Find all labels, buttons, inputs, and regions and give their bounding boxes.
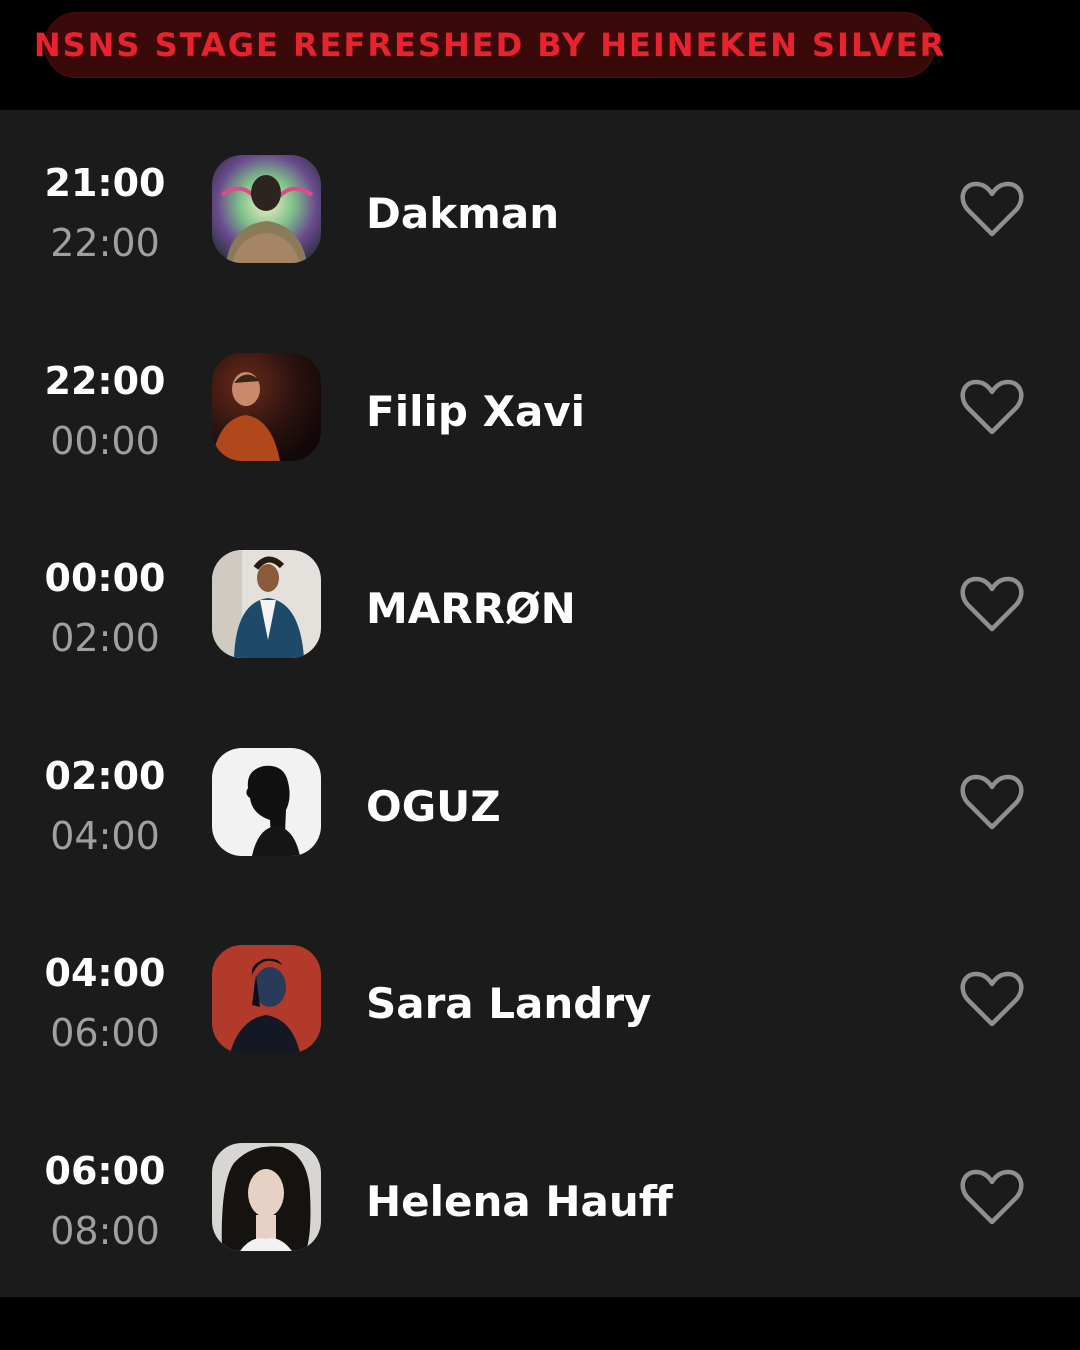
end-time: 04:00 — [50, 814, 160, 858]
start-time: 06:00 — [44, 1149, 166, 1193]
lineup-row[interactable]: 21:00 22:00 Dakman — [0, 155, 1080, 352]
heart-outline-icon[interactable] — [960, 575, 1024, 633]
header: NSNS STAGE REFRESHED BY HEINEKEN SILVER — [0, 0, 1080, 110]
end-time: 00:00 — [50, 419, 160, 463]
artist-name: OGUZ — [366, 782, 501, 831]
start-time: 04:00 — [44, 951, 166, 995]
end-time: 22:00 — [50, 221, 160, 265]
heart-outline-icon[interactable] — [960, 773, 1024, 831]
end-time: 06:00 — [50, 1011, 160, 1055]
lineup-row[interactable]: 22:00 00:00 Filip Xavi — [0, 353, 1080, 550]
lineup-row[interactable]: 04:00 06:00 Sara Landry — [0, 945, 1080, 1142]
artist-photo — [212, 1143, 321, 1251]
artist-photo — [212, 155, 321, 263]
artist-name: Filip Xavi — [366, 387, 586, 436]
start-time: 02:00 — [44, 754, 166, 798]
heart-outline-icon[interactable] — [960, 1168, 1024, 1226]
end-time: 08:00 — [50, 1209, 160, 1253]
artist-photo — [212, 945, 321, 1053]
end-time: 02:00 — [50, 616, 160, 660]
artist-photo — [212, 353, 321, 461]
artist-name: Sara Landry — [366, 979, 652, 1028]
lineup-screen: NSNS STAGE REFRESHED BY HEINEKEN SILVER … — [0, 0, 1080, 1350]
artist-name: Helena Hauff — [366, 1177, 673, 1226]
start-time: 00:00 — [44, 556, 166, 600]
heart-outline-icon[interactable] — [960, 970, 1024, 1028]
lineup-row[interactable]: 02:00 04:00 OGUZ — [0, 748, 1080, 945]
start-time: 21:00 — [44, 161, 166, 205]
stage-filter-pill[interactable]: NSNS STAGE REFRESHED BY HEINEKEN SILVER — [34, 12, 944, 78]
lineup-list: 21:00 22:00 Dakman 22:00 00:00 Filip Xav… — [0, 110, 1080, 1297]
heart-outline-icon[interactable] — [960, 378, 1024, 436]
artist-name: MARRØN — [366, 584, 576, 633]
heart-outline-icon[interactable] — [960, 180, 1024, 238]
lineup-row[interactable]: 00:00 02:00 MARRØN — [0, 550, 1080, 747]
bottom-bar — [0, 1297, 1080, 1350]
artist-name: Dakman — [366, 189, 560, 238]
stage-title: NSNS STAGE REFRESHED BY HEINEKEN SILVER — [33, 26, 947, 64]
artist-photo — [212, 550, 321, 658]
artist-photo — [212, 748, 321, 856]
start-time: 22:00 — [44, 359, 166, 403]
